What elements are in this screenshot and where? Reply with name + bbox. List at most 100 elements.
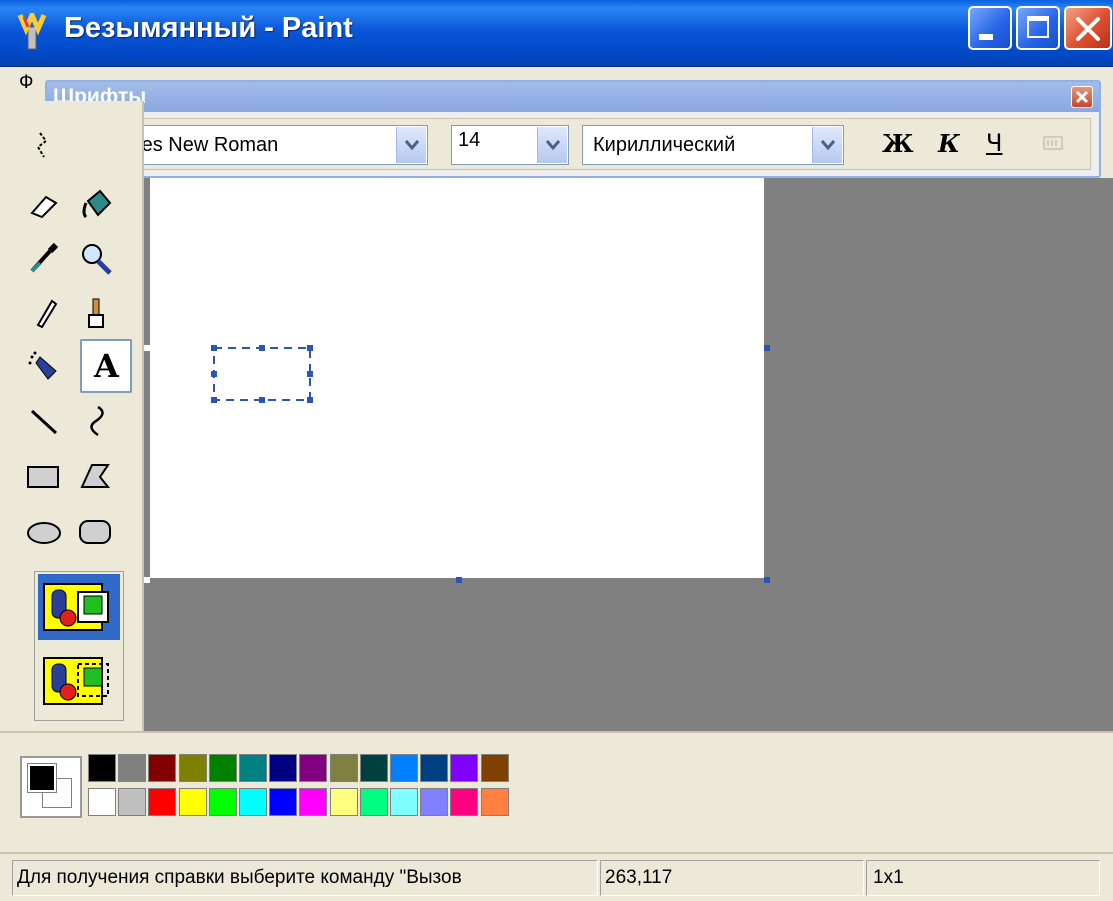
text-selection-box[interactable] <box>210 344 320 408</box>
close-icon <box>1075 90 1089 104</box>
rounded-rectangle-icon <box>79 520 111 544</box>
font-script-select[interactable]: Кириллический <box>582 125 844 165</box>
status-bar: Для получения справки выберите команду "… <box>0 852 1113 901</box>
vertical-text-icon[interactable] <box>1042 133 1064 153</box>
palette-swatch[interactable] <box>450 754 478 782</box>
airbrush-tool[interactable] <box>20 343 68 391</box>
chevron-down-icon <box>404 140 420 151</box>
font-name-dropdown-button[interactable] <box>396 127 426 163</box>
ellipse-icon <box>27 522 61 544</box>
drawing-canvas[interactable] <box>150 178 764 578</box>
rectangle-tool[interactable] <box>20 453 68 501</box>
palette-swatch[interactable] <box>118 788 146 816</box>
tool-options-box <box>34 571 124 721</box>
line-icon <box>30 409 58 435</box>
palette-swatch[interactable] <box>390 788 418 816</box>
fill-icon <box>82 189 112 219</box>
polygon-icon <box>80 464 111 488</box>
palette-swatch[interactable] <box>179 754 207 782</box>
title-bar[interactable]: Безымянный - Paint <box>0 0 1113 67</box>
free-select-icon <box>36 132 48 158</box>
pencil-tool[interactable] <box>20 289 68 337</box>
current-colors[interactable] <box>20 756 82 818</box>
palette-swatch[interactable] <box>420 754 448 782</box>
palette-swatch[interactable] <box>330 788 358 816</box>
magnifier-tool[interactable] <box>72 235 120 283</box>
palette-swatch[interactable] <box>299 754 327 782</box>
menu-file[interactable]: Ф <box>19 72 33 94</box>
palette-swatch[interactable] <box>88 788 116 816</box>
minimize-button[interactable] <box>968 6 1012 50</box>
rounded-rectangle-tool[interactable] <box>72 507 120 555</box>
text-tool[interactable]: A <box>80 339 132 393</box>
palette-swatch[interactable] <box>239 788 267 816</box>
palette-swatch[interactable] <box>360 788 388 816</box>
status-selection-size: 1x1 <box>866 860 1100 896</box>
chevron-down-icon <box>545 140 561 151</box>
palette-swatch[interactable] <box>269 754 297 782</box>
line-tool[interactable] <box>20 397 68 445</box>
font-size-select[interactable]: 14 <box>451 125 569 165</box>
palette-swatch[interactable] <box>481 754 509 782</box>
palette-swatch[interactable] <box>179 788 207 816</box>
close-icon <box>1076 17 1100 41</box>
canvas-resize-handle-bottom[interactable] <box>456 577 462 583</box>
bold-button[interactable]: Ж <box>882 129 914 158</box>
color-picker-icon <box>30 242 59 273</box>
canvas-resize-handle-corner[interactable] <box>764 577 770 583</box>
palette-swatch[interactable] <box>330 754 358 782</box>
palette-swatch[interactable] <box>420 788 448 816</box>
ellipse-tool[interactable] <box>20 507 68 555</box>
palette-swatch[interactable] <box>209 788 237 816</box>
font-script-dropdown-button[interactable] <box>812 127 842 163</box>
status-coordinates: 263,117 <box>600 860 864 896</box>
fonts-toolbar-body: O Times New Roman 14 Кириллический Ж К <box>53 118 1091 170</box>
text-icon: A <box>94 347 119 385</box>
brush-tool[interactable] <box>72 289 120 337</box>
foreground-color[interactable] <box>27 763 57 793</box>
fill-tool[interactable] <box>72 181 120 229</box>
eraser-tool[interactable] <box>20 181 68 229</box>
paint-app-icon <box>17 13 47 50</box>
font-size-value: 14 <box>458 129 481 151</box>
palette-swatch[interactable] <box>148 754 176 782</box>
rectangle-icon <box>27 466 59 488</box>
underline-button[interactable]: Ч <box>986 129 1002 157</box>
font-size-dropdown-button[interactable] <box>537 127 567 163</box>
fonts-toolbar-titlebar[interactable]: Шрифты <box>47 82 1099 112</box>
close-button[interactable] <box>1064 6 1112 50</box>
palette-swatch[interactable] <box>239 754 267 782</box>
palette-swatch[interactable] <box>481 788 509 816</box>
minimize-icon <box>979 34 993 40</box>
palette-swatch[interactable] <box>209 754 237 782</box>
maximize-button[interactable] <box>1016 6 1060 50</box>
window-title: Безымянный - Paint <box>64 12 353 44</box>
palette-swatch[interactable] <box>148 788 176 816</box>
curve-tool[interactable] <box>72 397 120 445</box>
fonts-toolbar-close-button[interactable] <box>1071 86 1093 108</box>
curve-icon <box>90 405 104 437</box>
eraser-icon <box>30 195 58 219</box>
opaque-background-option[interactable] <box>38 574 120 640</box>
color-picker-tool[interactable] <box>20 235 68 283</box>
palette-swatch[interactable] <box>390 754 418 782</box>
canvas-resize-handle-right[interactable] <box>764 345 770 351</box>
magnifier-icon <box>82 244 112 275</box>
paint-window: Безымянный - Paint Ф Шрифты O <box>0 0 1113 901</box>
palette-swatch[interactable] <box>118 754 146 782</box>
chevron-down-icon <box>820 140 836 151</box>
maximize-icon <box>1027 16 1049 38</box>
transparent-background-option[interactable] <box>38 646 120 712</box>
palette-swatch[interactable] <box>88 754 116 782</box>
brush-icon <box>88 298 104 328</box>
polygon-tool[interactable] <box>72 453 120 501</box>
canvas-handle-bottom-left <box>144 577 150 583</box>
italic-button[interactable]: К <box>938 129 960 158</box>
palette-swatch[interactable] <box>299 788 327 816</box>
transparent-background-icon <box>43 657 109 705</box>
palette-swatch[interactable] <box>450 788 478 816</box>
palette-swatch[interactable] <box>360 754 388 782</box>
fonts-toolbar: Шрифты O Times New Roman 14 <box>45 80 1101 178</box>
free-select-tool[interactable] <box>20 121 68 169</box>
palette-swatch[interactable] <box>269 788 297 816</box>
